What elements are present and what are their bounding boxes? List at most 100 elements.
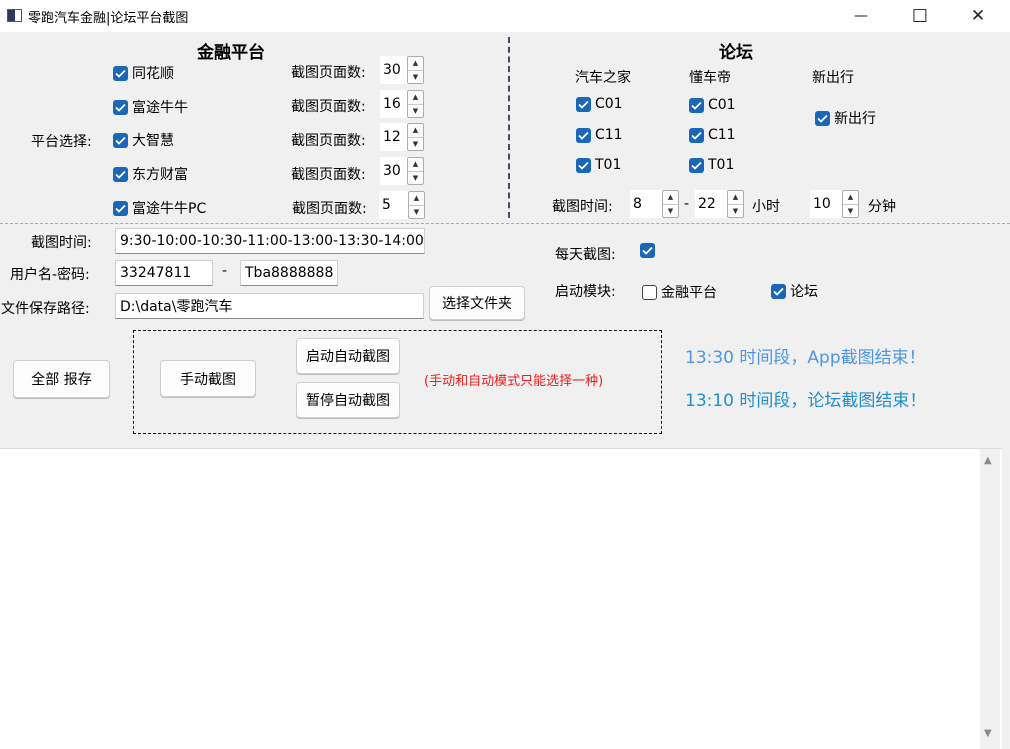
forum-checkbox-xinchuxing[interactable]: 新出行 [815,108,876,128]
platform-name: 富途牛牛 [132,100,188,116]
section-divider [508,37,510,218]
page-count-spinbox[interactable]: 16 ▲ ▼ [380,90,424,118]
page-count-value: 16 [383,96,401,112]
forum-status-message: 13:10 时间段，论坛截图结束！ [685,391,927,411]
check-icon [113,132,128,148]
daily-screenshot-checkbox[interactable] [640,243,655,258]
spin-down-icon[interactable]: ▼ [843,203,858,218]
forum-checkbox-autohome-c11[interactable]: C11 [576,127,623,143]
check-icon [815,110,830,126]
start-auto-screenshot-button[interactable]: 启动自动截图 [296,338,400,374]
check-icon [113,200,128,216]
spin-up-icon[interactable]: ▲ [843,191,858,204]
platform-checkbox-dazhihui[interactable]: 大智慧 [113,130,174,150]
forum-checkbox-autohome-t01[interactable]: T01 [576,157,621,173]
spin-up-icon[interactable]: ▲ [728,191,743,204]
spin-up-icon[interactable]: ▲ [408,158,423,171]
scroll-up-icon[interactable]: ▲ [984,455,992,466]
window-title: 零跑汽车金融|论坛平台截图 [28,11,189,26]
check-icon [576,96,591,112]
check-icon [576,127,591,143]
hour-end-spinbox[interactable]: 22 ▲ ▼ [695,190,744,218]
username-input[interactable]: 33247811 [115,260,213,286]
mode-warning-text: (手动和自动模式只能选择一种) [424,374,604,389]
spin-up-icon[interactable]: ▲ [409,192,424,205]
platform-checkbox-futu[interactable]: 富途牛牛 [113,97,188,117]
check-icon [113,166,128,182]
save-all-button[interactable]: 全部 报存 [13,360,110,398]
check-icon [640,243,655,258]
spin-down-icon[interactable]: ▼ [408,170,423,185]
hour-start-spinbox[interactable]: 8 ▲ ▼ [630,190,679,218]
save-path-input[interactable]: D:\data\零跑汽车 [115,293,424,319]
minute-unit-label: 分钟 [868,199,896,215]
save-path-label: 文件保存路径: [1,301,90,317]
maximize-button[interactable]: ☐ [897,0,943,32]
minute-spinbox[interactable]: 10 ▲ ▼ [810,190,859,218]
forum-checkbox-dongchedi-t01[interactable]: T01 [689,157,734,173]
page-count-label: 截图页面数: [291,133,366,149]
screenshot-time-input[interactable]: 9:30-10:00-10:30-11:00-13:00-13:30-14:00 [115,228,425,254]
log-output-area[interactable] [0,448,1002,749]
platform-checkbox-tonghuashun[interactable]: 同花顺 [113,63,174,83]
scroll-down-icon[interactable]: ▼ [984,728,992,739]
spin-up-icon[interactable]: ▲ [408,124,423,137]
forum-time-label: 截图时间: [552,199,613,215]
choose-folder-button[interactable]: 选择文件夹 [429,286,525,320]
forum-item-label: 新出行 [834,111,876,127]
spin-down-icon[interactable]: ▼ [408,136,423,151]
platform-checkbox-eastmoney[interactable]: 东方财富 [113,164,188,184]
spin-down-icon[interactable]: ▼ [408,103,423,118]
module-finance-checkbox[interactable]: 金融平台 [642,282,717,302]
spin-down-icon[interactable]: ▼ [728,203,743,218]
hour-end-value: 22 [698,196,716,212]
module-forum-label: 论坛 [790,284,818,300]
page-count-label: 截图页面数: [291,167,366,183]
password-input[interactable]: Tba8888888 [240,260,338,286]
forum-item-label: T01 [595,157,622,173]
forum-item-label: C11 [708,127,736,143]
credentials-dash: - [222,263,228,279]
module-finance-label: 金融平台 [661,285,717,301]
spin-up-icon[interactable]: ▲ [408,91,423,104]
forum-item-label: T01 [708,157,735,173]
forum-checkbox-autohome-c01[interactable]: C01 [576,96,623,112]
page-count-spinbox[interactable]: 30 ▲ ▼ [380,56,424,84]
forum-item-label: C01 [708,97,736,113]
page-count-value: 5 [382,197,391,213]
check-icon [771,283,786,299]
forum-checkbox-dongchedi-c11[interactable]: C11 [689,127,736,143]
forum-column-xinchuxing: 新出行 [812,70,854,86]
check-icon [689,157,704,173]
minimize-button[interactable]: — [838,0,884,32]
spin-up-icon[interactable]: ▲ [408,57,423,70]
forum-column-autohome: 汽车之家 [575,70,631,86]
page-count-spinbox[interactable]: 30 ▲ ▼ [380,157,424,185]
screenshot-time-label: 截图时间: [31,235,92,251]
hour-range-dash: - [684,196,690,212]
forum-section-title: 论坛 [719,43,753,63]
credentials-label: 用户名-密码: [10,267,90,283]
spin-down-icon[interactable]: ▼ [408,69,423,84]
platform-select-label: 平台选择: [31,134,92,150]
check-icon [113,65,128,81]
app-status-message: 13:30 时间段，App截图结束！ [685,348,926,368]
start-module-label: 启动模块: [555,284,616,300]
close-button[interactable]: ✕ [955,0,1001,32]
forum-item-label: C11 [595,127,623,143]
module-forum-checkbox[interactable]: 论坛 [771,281,818,301]
platform-checkbox-futu-pc[interactable]: 富途牛牛PC [113,198,206,218]
spin-up-icon[interactable]: ▲ [663,191,678,204]
forum-checkbox-dongchedi-c01[interactable]: C01 [689,97,736,113]
spin-down-icon[interactable]: ▼ [663,203,678,218]
pause-auto-screenshot-button[interactable]: 暂停自动截图 [296,382,400,418]
check-icon [689,127,704,143]
manual-screenshot-button[interactable]: 手动截图 [160,360,256,397]
page-count-spinbox[interactable]: 12 ▲ ▼ [380,123,424,151]
spin-down-icon[interactable]: ▼ [409,204,424,219]
page-count-label: 截图页面数: [291,65,366,81]
log-scrollbar[interactable]: ▲ ▼ [980,449,1000,749]
check-icon [113,99,128,115]
page-count-value: 30 [383,163,401,179]
page-count-spinbox[interactable]: 5 ▲ ▼ [379,191,425,219]
